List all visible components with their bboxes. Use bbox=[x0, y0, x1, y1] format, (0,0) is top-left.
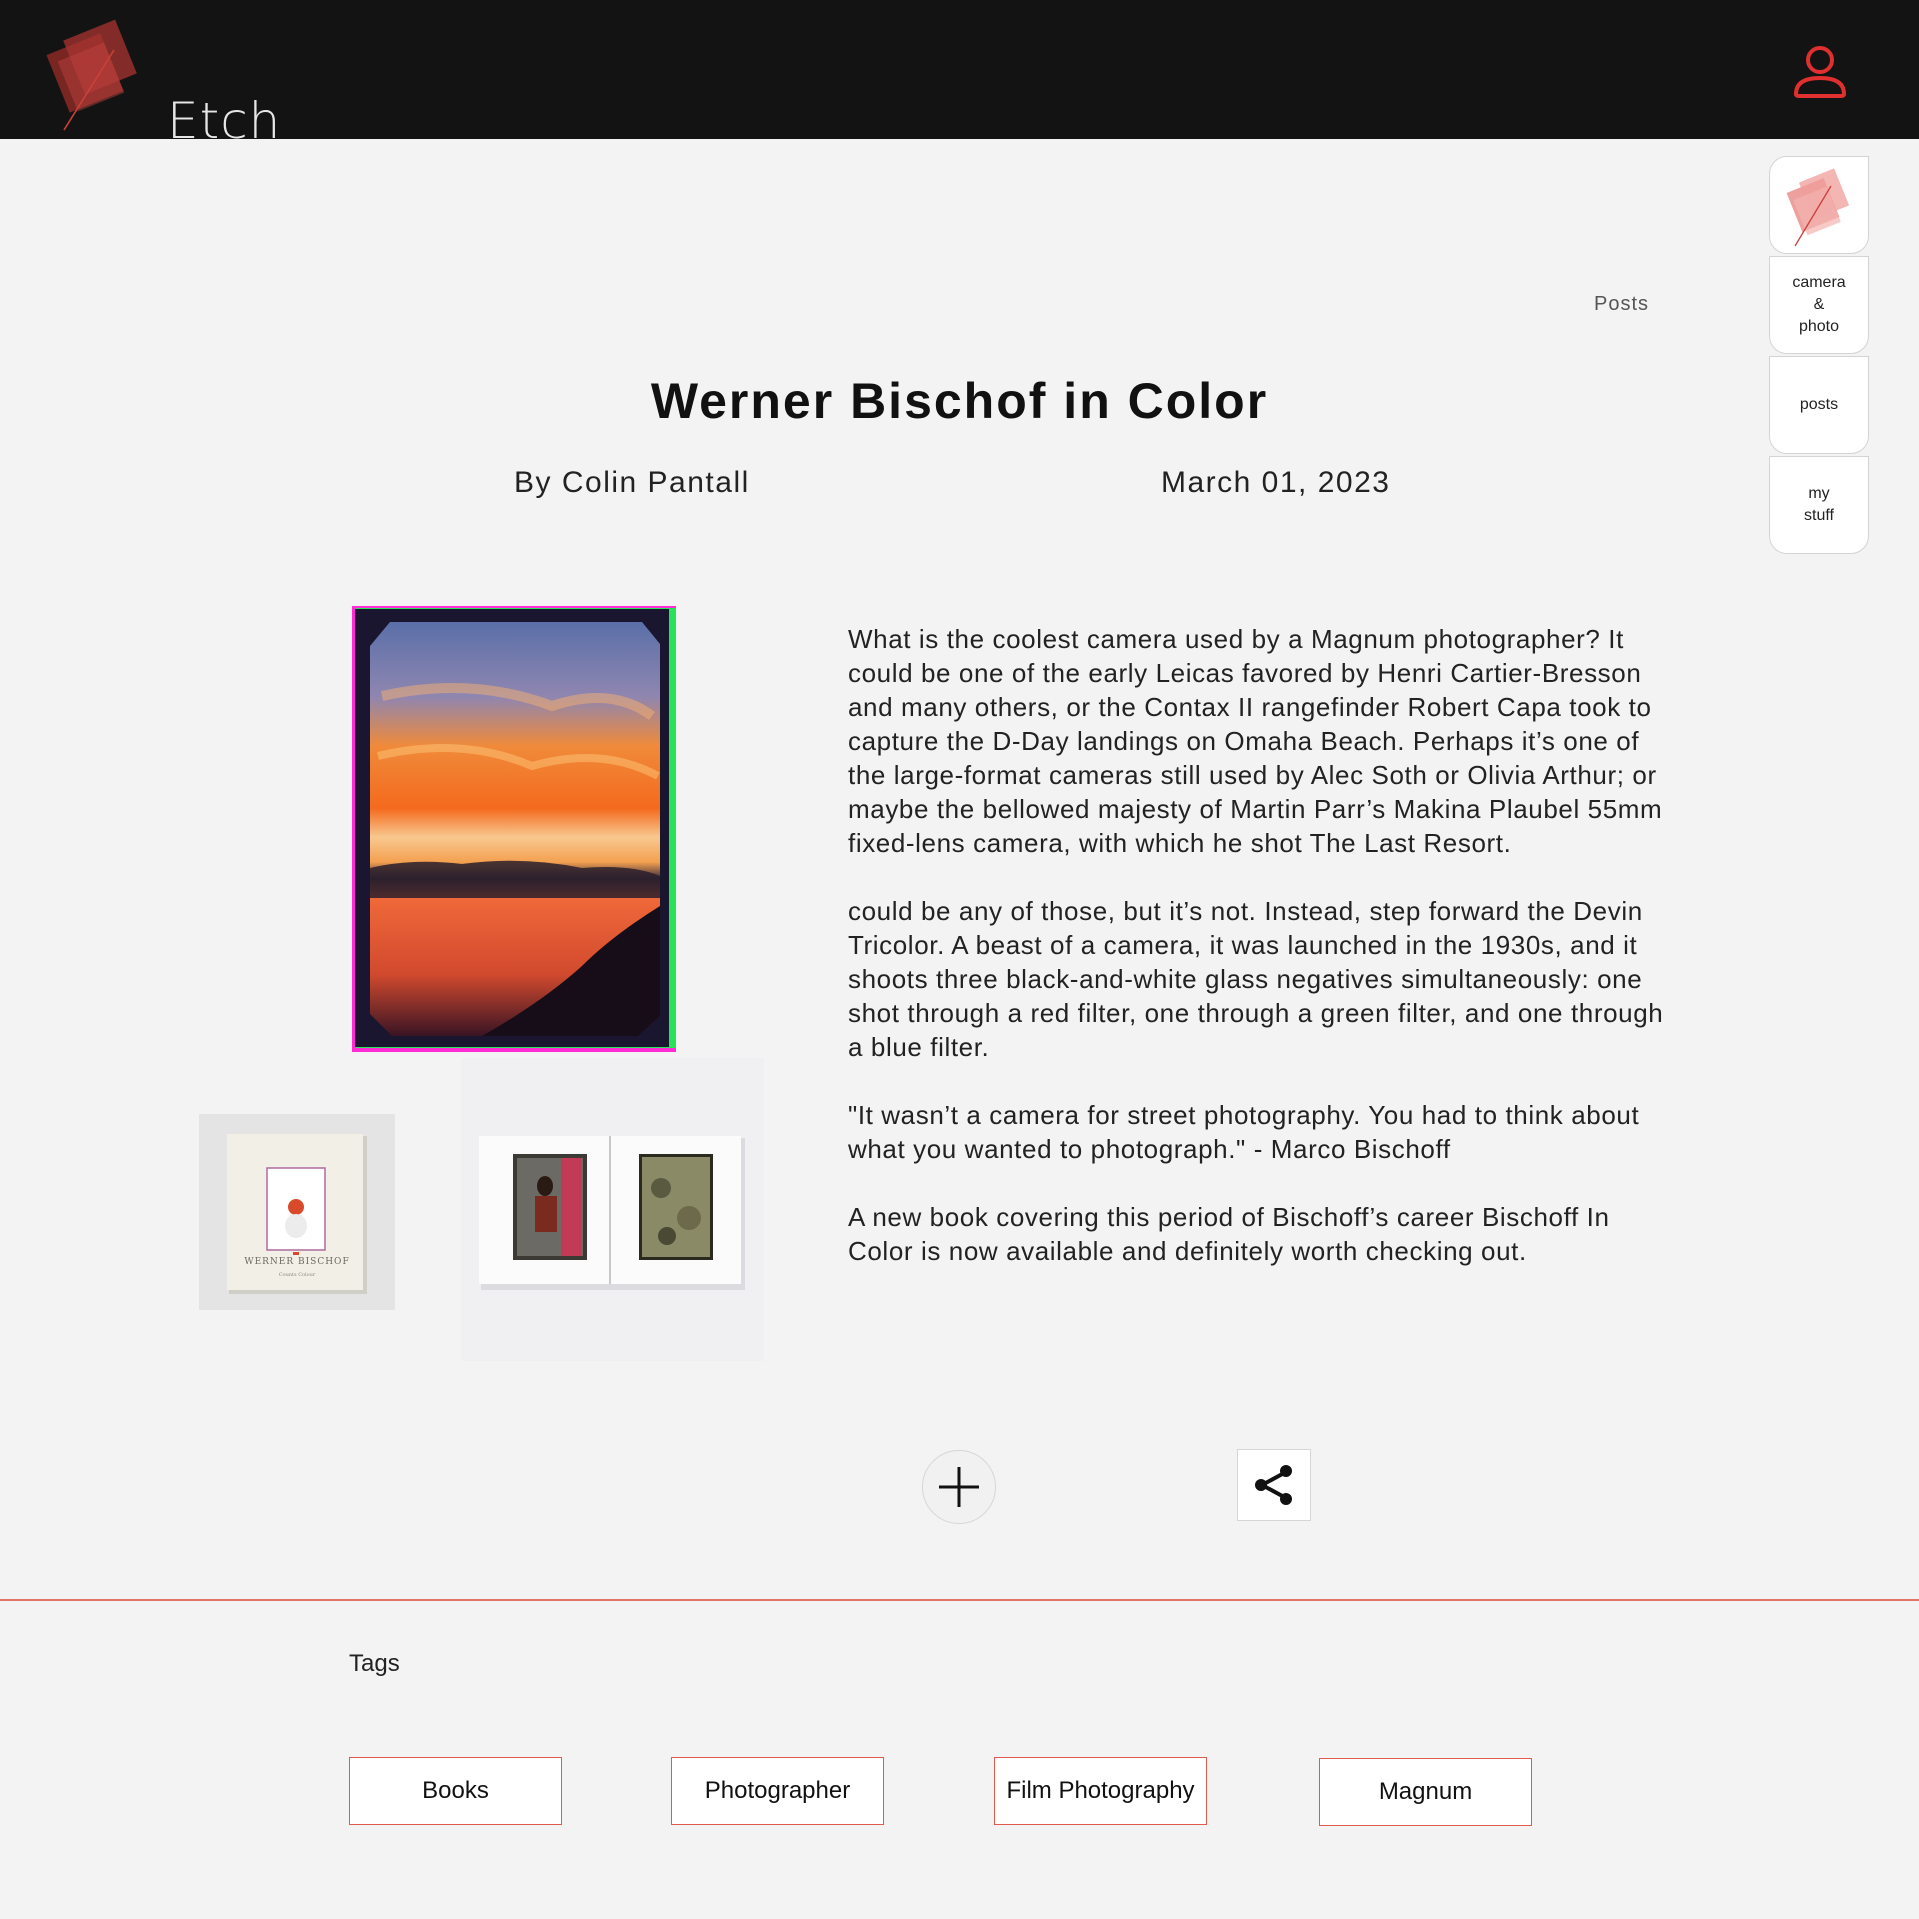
breadcrumb[interactable]: Posts bbox=[1594, 293, 1649, 316]
article-paragraph: What is the coolest camera used by a Mag… bbox=[848, 624, 1663, 858]
tag-film-photography[interactable]: Film Photography bbox=[994, 1757, 1207, 1825]
tag-books[interactable]: Books bbox=[349, 1757, 562, 1825]
article-paragraph: "It wasn’t a camera for street photograp… bbox=[848, 1100, 1640, 1164]
share-icon bbox=[1255, 1465, 1292, 1505]
tags-heading: Tags bbox=[349, 1650, 400, 1677]
hero-photo[interactable] bbox=[352, 606, 676, 1052]
add-button[interactable] bbox=[922, 1450, 996, 1524]
side-nav: camera & photo posts my stuff bbox=[1769, 156, 1869, 556]
article-paragraph: could be any of those, but it’s not. Ins… bbox=[848, 896, 1664, 1062]
article-author: By Colin Pantall bbox=[514, 466, 750, 499]
article-paragraph: A new book covering this period of Bisch… bbox=[848, 1202, 1610, 1266]
article-date: March 01, 2023 bbox=[1161, 466, 1391, 499]
page-title: Werner Bischof in Color bbox=[650, 373, 1269, 429]
share-button[interactable] bbox=[1237, 1449, 1311, 1521]
top-bar: Etch bbox=[0, 0, 1919, 150]
article-body: What is the coolest camera used by a Mag… bbox=[848, 622, 1678, 1302]
etch-logo-icon bbox=[1786, 168, 1850, 247]
app-name: Etch bbox=[167, 92, 282, 150]
side-nav-my-stuff[interactable]: my stuff bbox=[1769, 456, 1869, 554]
book-cover-title: WERNER BISCHOF bbox=[244, 1257, 349, 1267]
side-nav-home[interactable] bbox=[1769, 156, 1869, 254]
tag-magnum[interactable]: Magnum bbox=[1319, 1758, 1532, 1826]
book-cover-thumbnail[interactable]: WERNER BISCHOF Counts Colour bbox=[199, 1114, 395, 1310]
book-cover-subtitle: Counts Colour bbox=[279, 1272, 316, 1278]
user-profile-icon[interactable] bbox=[1790, 42, 1850, 102]
plus-icon bbox=[939, 1467, 979, 1507]
tag-photographer[interactable]: Photographer bbox=[671, 1757, 884, 1825]
section-divider bbox=[0, 1599, 1919, 1601]
side-nav-camera-photo[interactable]: camera & photo bbox=[1769, 256, 1869, 354]
book-spread-thumbnail[interactable] bbox=[461, 1058, 764, 1361]
etch-logo[interactable]: Etch bbox=[44, 10, 280, 150]
